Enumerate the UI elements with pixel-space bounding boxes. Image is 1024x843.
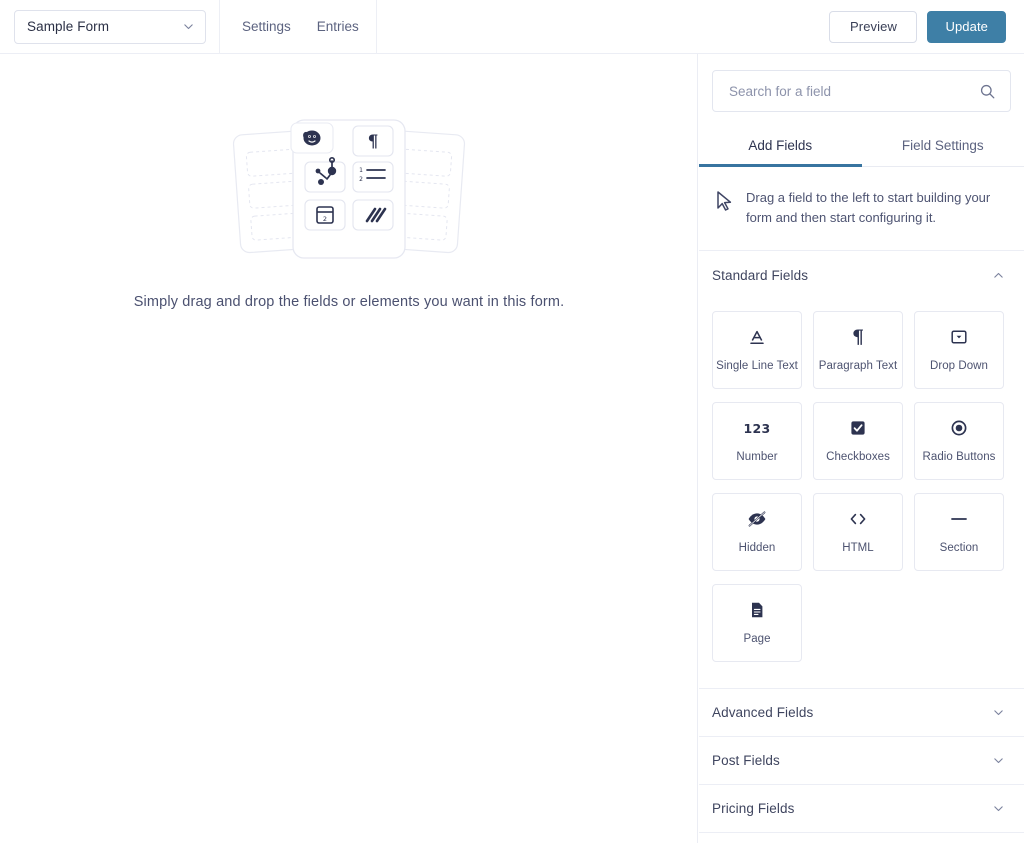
chevron-up-icon[interactable] <box>992 269 1005 282</box>
section-dash-icon <box>947 509 971 529</box>
field-label: Checkboxes <box>826 451 890 464</box>
chevron-down-icon <box>182 20 195 33</box>
svg-text:¶: ¶ <box>368 132 379 152</box>
search-input[interactable] <box>727 83 979 100</box>
tab-add-fields[interactable]: Add Fields <box>699 126 862 166</box>
section-title: Pricing Fields <box>712 801 794 816</box>
field-tile-page[interactable]: Page <box>712 584 802 662</box>
single-line-text-icon <box>747 327 767 347</box>
empty-state-message: Simply drag and drop the fields or eleme… <box>134 294 565 310</box>
form-selector-value: Sample Form <box>27 19 182 34</box>
preview-button[interactable]: Preview <box>829 11 917 43</box>
field-label: Number <box>736 451 777 464</box>
field-label: Single Line Text <box>716 360 798 373</box>
field-tile-number[interactable]: 123 Number <box>712 402 802 480</box>
field-tile-radio-buttons[interactable]: Radio Buttons <box>914 402 1004 480</box>
form-selector-segment: Sample Form <box>0 0 220 54</box>
tab-field-settings[interactable]: Field Settings <box>862 126 1024 166</box>
section-header-standard-fields[interactable]: Standard Fields <box>699 251 1024 299</box>
field-label: Page <box>743 633 770 646</box>
section-header-advanced-fields[interactable]: Advanced Fields <box>699 689 1024 737</box>
form-selector-dropdown[interactable]: Sample Form <box>14 10 206 44</box>
field-tile-drop-down[interactable]: Drop Down <box>914 311 1004 389</box>
paragraph-text-icon: ¶ <box>852 327 864 347</box>
svg-text:1: 1 <box>359 167 363 174</box>
empty-state: ¶ 1 2 2 <box>0 114 698 310</box>
drop-down-icon <box>949 327 969 347</box>
checkbox-icon <box>848 418 868 438</box>
nav-link-entries[interactable]: Entries <box>317 19 359 34</box>
number-icon: 123 <box>744 418 771 438</box>
field-label: Section <box>940 542 979 555</box>
search-box[interactable] <box>712 70 1011 112</box>
header-nav: Settings Entries <box>220 0 377 54</box>
section-header-pricing-fields[interactable]: Pricing Fields <box>699 785 1024 833</box>
header-actions: Preview Update <box>377 0 1024 54</box>
chevron-down-icon[interactable] <box>992 802 1005 815</box>
drag-hint: Drag a field to the left to start buildi… <box>699 167 1024 251</box>
field-tile-section[interactable]: Section <box>914 493 1004 571</box>
field-label: Radio Buttons <box>923 451 996 464</box>
field-label: Paragraph Text <box>819 360 897 373</box>
code-brackets-icon <box>846 509 870 529</box>
field-tile-checkboxes[interactable]: Checkboxes <box>813 402 903 480</box>
search-row <box>699 54 1024 112</box>
eye-off-icon <box>746 509 768 529</box>
cursor-pointer-icon <box>714 190 734 212</box>
field-tile-html[interactable]: HTML <box>813 493 903 571</box>
drag-drop-illustration: ¶ 1 2 2 <box>229 114 469 264</box>
field-label: Drop Down <box>930 360 988 373</box>
field-label: Hidden <box>739 542 776 555</box>
field-tile-single-line-text[interactable]: Single Line Text <box>712 311 802 389</box>
app-header: Sample Form Settings Entries Preview Upd… <box>0 0 1024 54</box>
svg-text:2: 2 <box>323 215 327 223</box>
field-tile-paragraph-text[interactable]: ¶ Paragraph Text <box>813 311 903 389</box>
section-header-post-fields[interactable]: Post Fields <box>699 737 1024 785</box>
search-icon[interactable] <box>979 83 996 100</box>
sidebar-tabs: Add Fields Field Settings <box>699 126 1024 167</box>
form-canvas[interactable]: ¶ 1 2 2 <box>0 54 698 843</box>
section-title: Advanced Fields <box>712 705 813 720</box>
section-title: Standard Fields <box>712 268 808 283</box>
drag-hint-text: Drag a field to the left to start buildi… <box>746 188 1004 228</box>
page-document-icon <box>747 600 767 620</box>
chevron-down-icon[interactable] <box>992 754 1005 767</box>
section-title: Post Fields <box>712 753 780 768</box>
standard-fields-grid: Single Line Text ¶ Paragraph Text Drop D… <box>699 299 1024 689</box>
field-label: HTML <box>842 542 874 555</box>
fields-sidebar: Add Fields Field Settings Drag a field t… <box>699 54 1024 843</box>
chevron-down-icon[interactable] <box>992 706 1005 719</box>
nav-link-settings[interactable]: Settings <box>242 19 291 34</box>
radio-button-icon <box>949 418 969 438</box>
update-button[interactable]: Update <box>927 11 1006 43</box>
svg-text:2: 2 <box>359 176 363 183</box>
field-tile-hidden[interactable]: Hidden <box>712 493 802 571</box>
